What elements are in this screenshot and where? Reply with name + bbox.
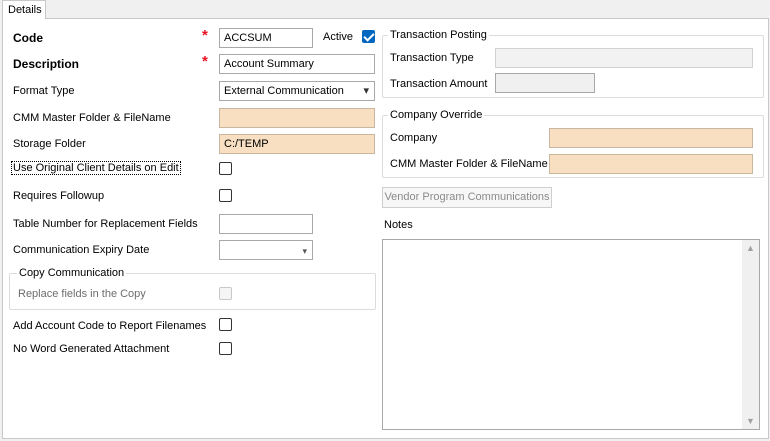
description-input[interactable]: Account Summary: [219, 54, 375, 74]
description-label: Description: [13, 57, 80, 71]
transaction-type-input[interactable]: [495, 48, 753, 68]
add-account-code-label: Add Account Code to Report Filenames: [13, 320, 207, 332]
notes-textarea[interactable]: ▲ ▼: [382, 239, 760, 430]
code-required-mark: *: [202, 27, 208, 44]
replace-fields-checkbox[interactable]: [219, 287, 232, 300]
no-word-label: No Word Generated Attachment: [13, 343, 170, 355]
override-cmm-label: CMM Master Folder & FileName: [390, 158, 548, 170]
notes-label: Notes: [384, 219, 413, 231]
calendar-dropdown-icon: ▾: [302, 246, 307, 256]
company-override-title: Company Override: [388, 109, 485, 121]
notes-scrollbar[interactable]: ▲ ▼: [742, 240, 759, 429]
cmm-master-label: CMM Master Folder & FileName: [13, 112, 171, 124]
description-required-mark: *: [202, 53, 208, 70]
format-type-select[interactable]: External Communication ▾: [219, 81, 375, 101]
transaction-amount-input[interactable]: [495, 73, 595, 93]
table-number-label: Table Number for Replacement Fields: [13, 218, 198, 230]
scroll-down-icon[interactable]: ▼: [746, 416, 755, 426]
requires-followup-checkbox[interactable]: [219, 189, 232, 202]
code-label: Code: [13, 31, 43, 45]
replace-fields-label: Replace fields in the Copy: [18, 288, 146, 300]
storage-folder-input[interactable]: C:/TEMP: [219, 134, 375, 154]
override-cmm-input[interactable]: [549, 154, 753, 174]
expiry-date-picker[interactable]: ▾: [219, 240, 313, 260]
table-number-input[interactable]: [219, 214, 313, 234]
requires-followup-label: Requires Followup: [13, 190, 105, 202]
use-original-label-text: Use Original Client Details on Edit: [11, 161, 181, 175]
scroll-up-icon[interactable]: ▲: [746, 243, 755, 253]
storage-folder-label: Storage Folder: [13, 138, 86, 150]
use-original-label: Use Original Client Details on Edit: [11, 161, 181, 175]
add-account-code-checkbox[interactable]: [219, 318, 232, 331]
tab-details[interactable]: Details: [2, 0, 46, 19]
company-label: Company: [390, 132, 438, 144]
cmm-master-input[interactable]: [219, 108, 375, 128]
copy-communication-title: Copy Communication: [17, 267, 127, 279]
transaction-posting-title: Transaction Posting: [388, 29, 489, 41]
format-type-value: External Communication: [224, 85, 344, 97]
active-checkbox[interactable]: [362, 30, 375, 43]
format-type-label: Format Type: [13, 85, 75, 97]
vendor-program-communications-button[interactable]: Vendor Program Communications: [382, 187, 552, 208]
details-panel: Code * ACCSUM Active Description * Accou…: [2, 18, 769, 439]
active-label: Active: [323, 31, 353, 43]
no-word-checkbox[interactable]: [219, 342, 232, 355]
use-original-checkbox[interactable]: [219, 162, 232, 175]
transaction-amount-label: Transaction Amount: [390, 78, 488, 90]
transaction-type-label: Transaction Type: [390, 52, 474, 64]
code-input[interactable]: ACCSUM: [219, 28, 313, 48]
expiry-date-label: Communication Expiry Date: [13, 244, 150, 256]
chevron-down-icon: ▾: [363, 85, 369, 97]
company-input[interactable]: [549, 128, 753, 148]
